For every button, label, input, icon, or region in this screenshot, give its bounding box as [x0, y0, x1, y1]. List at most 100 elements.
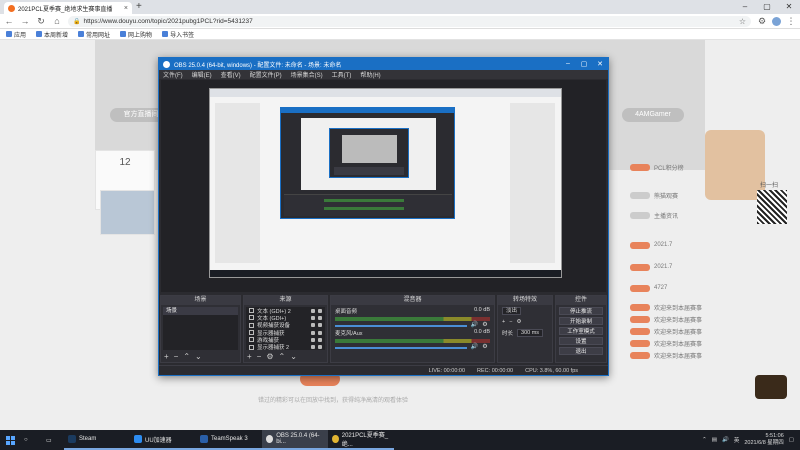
move-up-icon[interactable]: ⌃	[279, 352, 286, 361]
back-icon[interactable]: ←	[4, 16, 14, 26]
transition-select[interactable]: 淡出	[502, 307, 522, 315]
bookmark-apps[interactable]: 应用	[6, 30, 26, 39]
promo-row[interactable]: 欢迎来到本届赛事	[630, 302, 715, 312]
tray-arrow-icon[interactable]: ⌃	[702, 437, 707, 443]
rank-row[interactable]: PCL积分榜	[630, 162, 715, 172]
move-down-icon[interactable]: ⌄	[290, 352, 297, 361]
volume-icon[interactable]: 🔊	[722, 437, 729, 443]
volume-slider[interactable]	[335, 347, 467, 349]
menu-file[interactable]: 文件(F)	[163, 70, 183, 79]
taskbar-app-chrome[interactable]: 2021PCL夏季赛_绝...	[328, 430, 394, 450]
menu-profile[interactable]: 配置文件(P)	[250, 70, 282, 79]
lock-icon[interactable]	[318, 330, 322, 335]
add-icon[interactable]: +	[502, 319, 505, 325]
move-down-icon[interactable]: ⌄	[195, 352, 202, 361]
task-view-icon[interactable]: ▭	[42, 430, 64, 450]
maximize-icon[interactable]: ▢	[756, 0, 778, 14]
scene-item[interactable]: 场景	[163, 307, 238, 315]
browser-tab-douyu[interactable]: 2021PCL夏季赛_绝地求生赛事直播 ×	[4, 2, 132, 14]
lock-icon[interactable]	[318, 345, 322, 350]
reload-icon[interactable]: ↻	[36, 16, 46, 27]
obs-maximize-icon[interactable]: ▢	[576, 60, 592, 68]
taskbar-app-uu[interactable]: UU加速器	[130, 430, 196, 450]
rank-row[interactable]: 2021.7	[630, 240, 715, 250]
lock-icon[interactable]	[318, 315, 322, 320]
obs-minimize-icon[interactable]: –	[560, 60, 576, 68]
speaker-icon[interactable]: 🔊	[471, 343, 478, 350]
sources-list: 文本 (GDI+) 2 文本 (GDI+) 视频捕获设备 显示器捕获 游戏捕获 …	[246, 307, 325, 351]
menu-tools[interactable]: 工具(T)	[332, 70, 352, 79]
menu-help[interactable]: 帮助(H)	[360, 70, 380, 79]
gear-icon[interactable]: ⚙	[516, 319, 521, 325]
add-icon[interactable]: +	[247, 352, 252, 361]
network-icon[interactable]: ▤	[712, 437, 717, 443]
lock-icon[interactable]	[318, 337, 322, 342]
visibility-icon[interactable]	[311, 345, 315, 350]
minimize-icon[interactable]: –	[734, 0, 756, 14]
notification-icon[interactable]: ▢	[789, 437, 794, 443]
streamer-thumbnail[interactable]	[100, 190, 155, 235]
promo-row[interactable]: 欢迎来到本届赛事	[630, 314, 715, 324]
studio-mode-button[interactable]: 工作室模式	[559, 327, 603, 335]
promo-row[interactable]: 欢迎来到本届赛事	[630, 350, 715, 360]
steam-icon	[68, 435, 76, 443]
remove-icon[interactable]: −	[257, 352, 262, 361]
taskbar-app-steam[interactable]: Steam	[64, 430, 130, 450]
lock-icon[interactable]	[318, 323, 322, 328]
captured-page-right	[510, 103, 555, 263]
add-icon[interactable]: +	[164, 352, 169, 361]
bookmark-3[interactable]: 网上购物	[120, 30, 152, 39]
obs-close-icon[interactable]: ✕	[592, 60, 608, 68]
bookmark-star-icon[interactable]: ☆	[739, 17, 746, 26]
gear-icon[interactable]: ⚙	[482, 343, 487, 350]
start-button[interactable]	[0, 430, 20, 450]
speaker-icon[interactable]: 🔊	[471, 321, 478, 328]
menu-scene-collection[interactable]: 场景集合(S)	[291, 70, 323, 79]
remove-icon[interactable]: −	[174, 352, 179, 361]
promo-row[interactable]: 欢迎来到本届赛事	[630, 326, 715, 336]
remove-icon[interactable]: −	[509, 319, 512, 325]
volume-slider[interactable]	[335, 325, 467, 327]
bookmark-2[interactable]: 常用网址	[78, 30, 110, 39]
rank-row[interactable]: 2021.7	[630, 262, 715, 272]
bookmark-1[interactable]: 本周新增	[36, 30, 68, 39]
visibility-icon[interactable]	[311, 323, 315, 328]
profile-avatar[interactable]	[772, 16, 781, 26]
visibility-icon[interactable]	[311, 330, 315, 335]
lock-icon[interactable]	[318, 308, 322, 313]
clock[interactable]: 5:51:06 2021/6/8 星期四	[744, 433, 783, 447]
menu-view[interactable]: 查看(V)	[221, 70, 241, 79]
tab-close-icon[interactable]: ×	[124, 5, 128, 12]
taskbar-app-obs[interactable]: OBS 25.0.4 (64-bi...	[262, 430, 328, 450]
stop-streaming-button[interactable]: 停止推流	[559, 307, 603, 315]
obs-preview-canvas[interactable]	[161, 80, 606, 292]
promo-row[interactable]: 欢迎来到本届赛事	[630, 338, 715, 348]
home-icon[interactable]: ⌂	[52, 16, 62, 26]
visibility-icon[interactable]	[311, 315, 315, 320]
visibility-icon[interactable]	[311, 337, 315, 342]
gear-icon[interactable]: ⚙	[482, 321, 487, 328]
settings-button[interactable]: 设置	[559, 337, 603, 345]
visibility-icon[interactable]	[311, 308, 315, 313]
duration-input[interactable]: 300 ms	[517, 329, 544, 337]
bookmark-4[interactable]: 导入书签	[162, 30, 194, 39]
new-tab-button[interactable]: +	[136, 1, 142, 12]
rank-row[interactable]: 熊猫观赛	[630, 190, 715, 200]
menu-edit[interactable]: 编辑(E)	[192, 70, 212, 79]
rank-row[interactable]: 主播资讯	[630, 210, 715, 220]
address-bar[interactable]: 🔒 https://www.douyu.com/topic/2021pubg1P…	[68, 15, 751, 27]
menu-icon[interactable]: ⋮	[786, 16, 796, 27]
gear-icon[interactable]: ⚙	[266, 352, 273, 361]
exit-button[interactable]: 退出	[559, 347, 603, 355]
search-icon[interactable]: ○	[20, 430, 42, 450]
ime-indicator[interactable]: 英	[734, 436, 740, 444]
forward-icon[interactable]: →	[20, 16, 30, 26]
rank-row[interactable]: 4727	[630, 283, 715, 293]
source-item[interactable]: 显示器捕获 2	[246, 343, 325, 351]
4am-button[interactable]: 4AMGamer	[622, 108, 684, 122]
close-icon[interactable]: ✕	[778, 0, 800, 14]
move-up-icon[interactable]: ⌃	[183, 352, 190, 361]
extension-icon[interactable]: ⚙	[757, 16, 767, 27]
start-recording-button[interactable]: 开始录制	[559, 317, 603, 325]
taskbar-app-teamspeak[interactable]: TeamSpeak 3	[196, 430, 262, 450]
